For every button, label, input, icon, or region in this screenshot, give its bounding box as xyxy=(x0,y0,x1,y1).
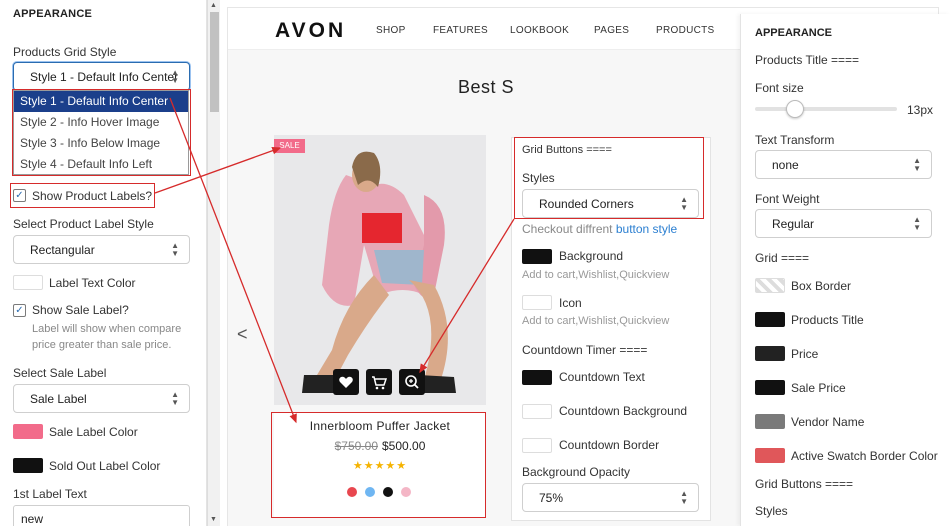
annotation-arrows xyxy=(154,97,515,424)
